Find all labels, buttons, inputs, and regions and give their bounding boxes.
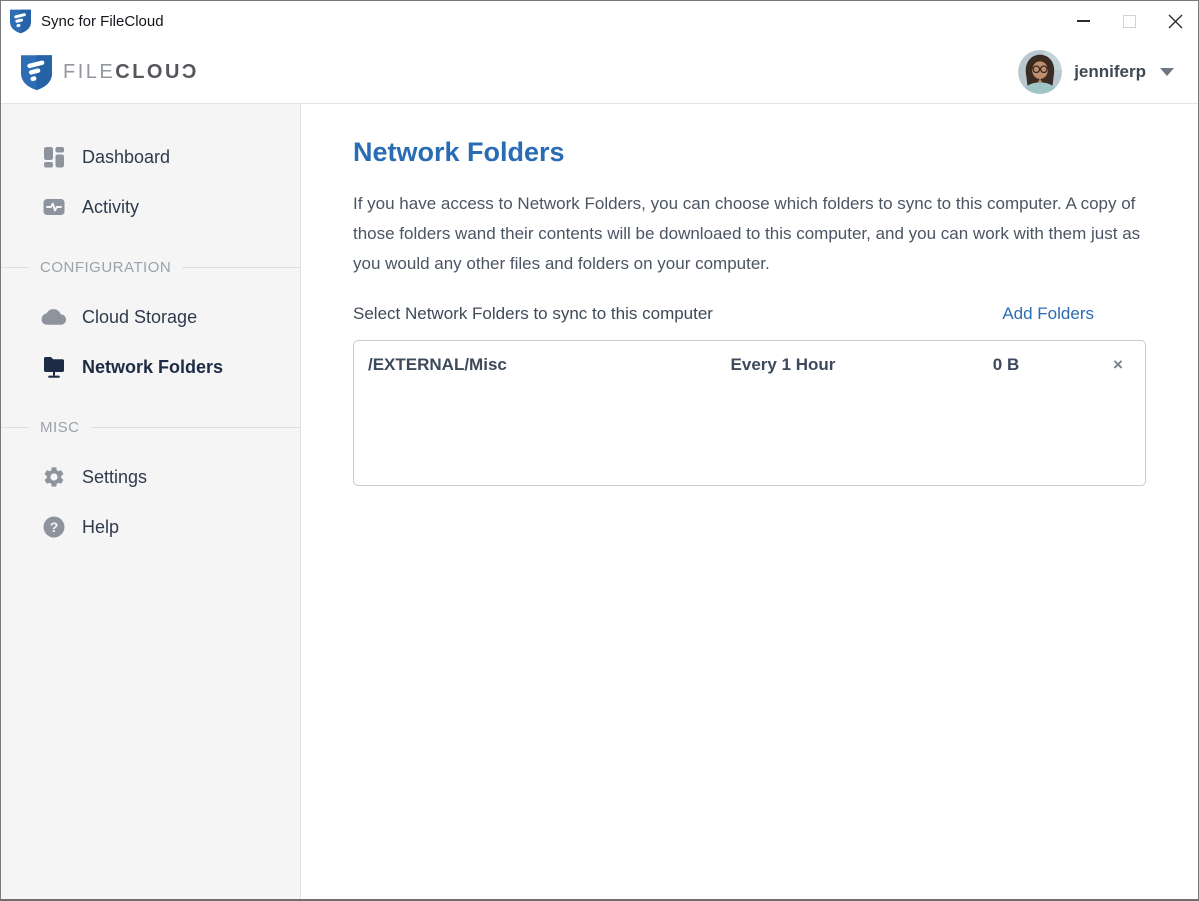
sidebar: Dashboard Activity CONFIGURATION Cloud xyxy=(1,104,301,899)
svg-text:?: ? xyxy=(49,519,58,535)
minimize-icon xyxy=(1077,20,1090,22)
remove-folder-button[interactable]: × xyxy=(1107,354,1129,376)
network-folder-icon xyxy=(41,355,66,380)
sidebar-item-label: Dashboard xyxy=(82,147,170,168)
dashboard-icon xyxy=(41,145,66,170)
close-button[interactable] xyxy=(1152,1,1198,41)
sidebar-item-activity[interactable]: Activity xyxy=(1,182,300,232)
sidebar-item-dashboard[interactable]: Dashboard xyxy=(1,132,300,182)
logo-text-cloud: CLOU xyxy=(115,61,182,84)
user-menu[interactable]: jenniferp xyxy=(1018,50,1174,94)
main-content: Network Folders If you have access to Ne… xyxy=(301,104,1198,899)
section-label-text: MISC xyxy=(40,419,80,436)
sidebar-item-cloud-storage[interactable]: Cloud Storage xyxy=(1,292,300,342)
app-header: FILECLOUƆ xyxy=(1,41,1198,104)
sidebar-section-configuration: CONFIGURATION xyxy=(1,242,300,292)
section-divider xyxy=(1,267,29,268)
logo-text-d: Ɔ xyxy=(182,61,199,84)
sidebar-item-network-folders[interactable]: Network Folders xyxy=(1,342,300,392)
app-shield-icon xyxy=(10,8,31,34)
user-avatar[interactable] xyxy=(1018,50,1062,94)
section-divider xyxy=(91,427,301,428)
synced-folders-list: /EXTERNAL/Misc Every 1 Hour 0 B × xyxy=(353,340,1146,486)
chevron-down-icon[interactable] xyxy=(1160,68,1174,76)
folder-path: /EXTERNAL/Misc xyxy=(368,355,653,375)
select-folders-label: Select Network Folders to sync to this c… xyxy=(353,304,713,324)
sidebar-item-label: Activity xyxy=(82,197,139,218)
page-title: Network Folders xyxy=(353,137,1144,168)
section-divider xyxy=(1,427,29,428)
sidebar-item-help[interactable]: ? Help xyxy=(1,502,300,552)
filecloud-wordmark: FILECLOUƆ xyxy=(63,61,199,84)
select-folders-row: Select Network Folders to sync to this c… xyxy=(353,304,1146,324)
window-titlebar: Sync for FileCloud xyxy=(1,1,1198,41)
folder-sync-schedule: Every 1 Hour xyxy=(653,355,913,375)
sidebar-item-label: Settings xyxy=(82,467,147,488)
user-avatar-photo xyxy=(1018,50,1062,94)
folder-list-item: /EXTERNAL/Misc Every 1 Hour 0 B × xyxy=(354,341,1145,376)
sidebar-item-label: Help xyxy=(82,517,119,538)
section-divider xyxy=(182,267,300,268)
sidebar-item-label: Network Folders xyxy=(82,357,223,378)
window-title: Sync for FileCloud xyxy=(41,13,164,30)
minimize-button[interactable] xyxy=(1060,1,1106,41)
folder-size: 0 B xyxy=(913,355,1099,375)
user-name[interactable]: jenniferp xyxy=(1074,62,1146,82)
maximize-button[interactable] xyxy=(1106,1,1152,41)
sidebar-section-misc: MISC xyxy=(1,402,300,452)
sidebar-item-settings[interactable]: Settings xyxy=(1,452,300,502)
section-label-text: CONFIGURATION xyxy=(40,259,171,276)
gear-icon xyxy=(41,465,66,490)
cloud-icon xyxy=(41,305,66,330)
maximize-icon xyxy=(1123,15,1136,28)
logo-text-file: FILE xyxy=(63,61,115,84)
activity-icon xyxy=(41,195,66,220)
add-folders-button[interactable]: Add Folders xyxy=(1002,304,1094,324)
filecloud-logo: FILECLOUƆ xyxy=(21,53,199,91)
close-icon xyxy=(1168,14,1183,29)
filecloud-shield-icon xyxy=(21,53,52,91)
sidebar-item-label: Cloud Storage xyxy=(82,307,197,328)
page-description: If you have access to Network Folders, y… xyxy=(353,189,1144,279)
help-icon: ? xyxy=(41,515,66,540)
